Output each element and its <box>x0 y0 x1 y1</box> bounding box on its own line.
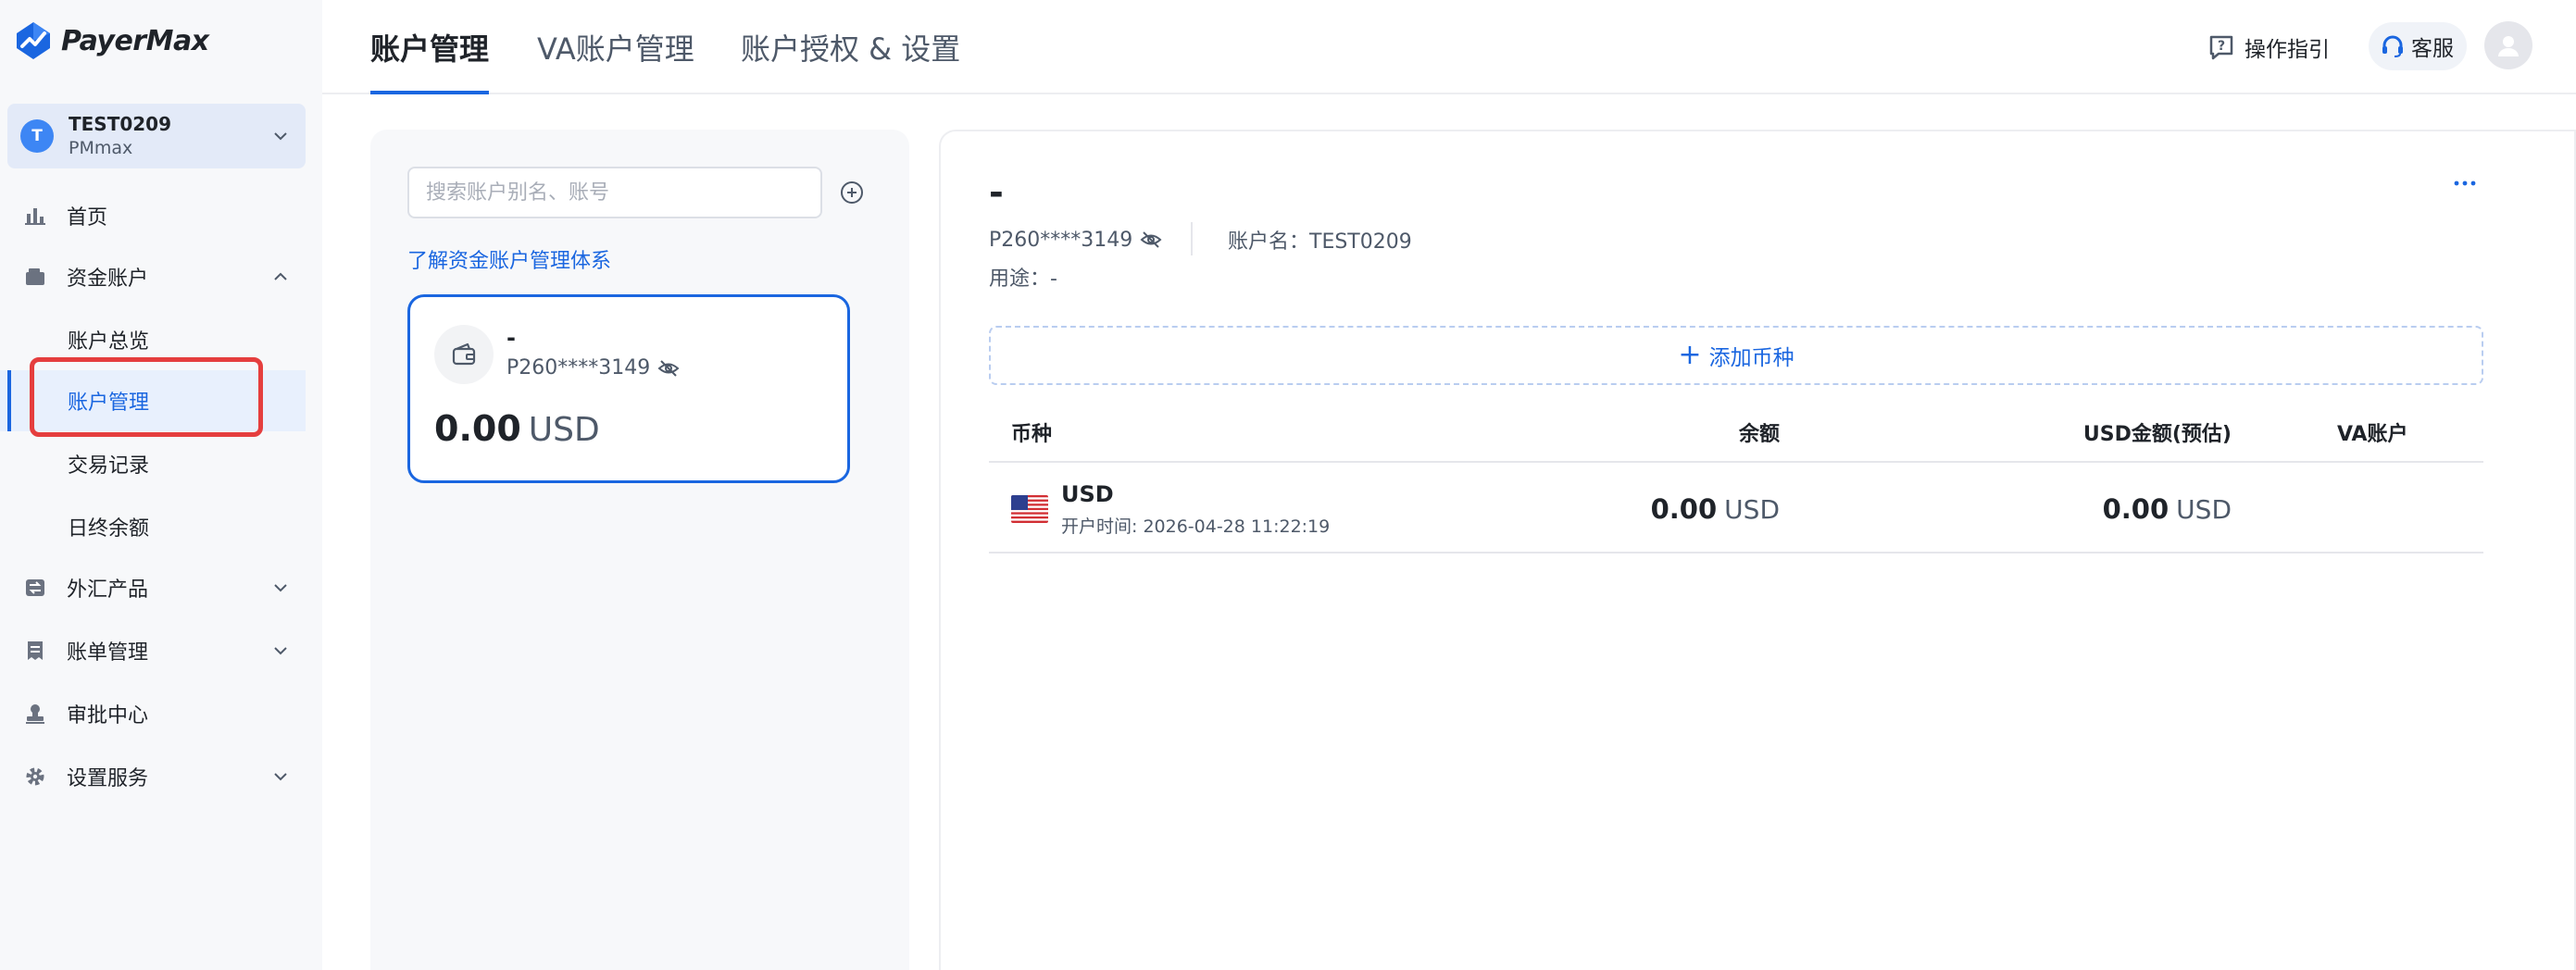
chevron-down-icon <box>269 765 293 789</box>
brand-logo[interactable]: PayerMax <box>13 17 209 65</box>
card-account-number: P260****3149 <box>506 356 680 379</box>
tab-authorization-settings[interactable]: 账户授权 & 设置 <box>741 0 960 94</box>
nav-fx-products[interactable]: 外汇产品 <box>0 557 306 618</box>
chevron-down-icon <box>269 576 293 600</box>
usd-amount-cell: 0.00 USD <box>2102 493 2232 525</box>
account-list-panel: 了解资金账户管理体系 - P260****3149 0.00USD <box>370 130 909 970</box>
account-detail-panel: - P260****3149 账户名：TEST0209 用途：- + 添加币种 … <box>939 130 2576 970</box>
customer-service-button[interactable]: 客服 <box>2369 22 2467 70</box>
table-row[interactable]: USD 开户时间: 2026-04-28 11:22:19 0.00 USD 0.… <box>989 465 2483 553</box>
wallet-icon <box>24 266 46 288</box>
payermax-logo-icon <box>17 22 50 59</box>
learn-account-system-link[interactable]: 了解资金账户管理体系 <box>407 244 611 274</box>
account-switcher[interactable]: T TEST0209 PMmax <box>7 104 306 168</box>
svg-text:?: ? <box>2218 39 2225 54</box>
detail-divider <box>1191 222 1193 255</box>
account-card[interactable]: - P260****3149 0.00 USD <box>407 294 850 483</box>
help-guide-icon: ? <box>2209 35 2233 60</box>
nav-funds[interactable]: 资金账户 <box>0 246 306 307</box>
eye-off-icon[interactable] <box>1140 229 1162 251</box>
highlight-annotation <box>30 357 263 437</box>
bar-chart-icon <box>24 205 46 227</box>
account-search-input[interactable] <box>407 167 822 218</box>
sidebar: PayerMax T TEST0209 PMmax 首页 资金账户 账户总览 账… <box>0 0 322 970</box>
eye-off-icon[interactable] <box>657 357 680 379</box>
tab-va-account-management[interactable]: VA账户管理 <box>537 0 694 94</box>
nav-transaction-records[interactable]: 交易记录 <box>0 433 306 494</box>
headset-icon <box>2382 35 2403 57</box>
account-sub: PMmax <box>69 138 133 158</box>
user-avatar[interactable] <box>2484 21 2532 69</box>
col-currency: 币种 <box>1011 423 1053 446</box>
col-usd-amount: USD金额(预估) <box>2082 423 2232 446</box>
detail-account-name: 账户名：TEST0209 <box>1228 230 1412 254</box>
detail-account-number: P260****3149 <box>989 224 1162 255</box>
chevron-down-icon <box>269 639 293 663</box>
exchange-icon <box>24 577 46 599</box>
col-balance: 余额 <box>1738 423 1780 446</box>
balance-cell: 0.00 USD <box>1650 493 1780 525</box>
gear-icon <box>24 765 46 788</box>
wallet-icon <box>434 325 494 384</box>
nav-bill-management[interactable]: 账单管理 <box>0 620 306 681</box>
stamp-icon <box>24 703 46 725</box>
plus-icon: + <box>1678 339 1702 371</box>
chevron-down-icon <box>269 124 293 148</box>
brand-name: PayerMax <box>61 24 209 57</box>
add-account-icon[interactable] <box>837 178 867 207</box>
guide-button[interactable]: ? 操作指引 <box>2207 28 2330 67</box>
nav-home[interactable]: 首页 <box>0 185 306 246</box>
card-alias: - <box>506 325 516 351</box>
us-flag-icon <box>1011 495 1048 523</box>
currency-table-header: 币种 余额 USD金额(预估) VA账户 <box>989 402 2483 463</box>
more-options-icon[interactable] <box>2446 172 2483 194</box>
detail-usage: 用途：- <box>989 267 1057 291</box>
col-va-account: VA账户 <box>2337 423 2408 446</box>
user-icon <box>2498 36 2519 56</box>
tab-account-management[interactable]: 账户管理 <box>370 0 490 94</box>
currency-open-time: 开户时间: 2026-04-28 11:22:19 <box>1061 516 1331 537</box>
chevron-up-icon <box>269 265 293 289</box>
top-bar: 账户管理 VA账户管理 账户授权 & 设置 ? 操作指引 客服 <box>322 0 2576 94</box>
detail-title: - <box>989 172 1004 213</box>
nav-approval-center[interactable]: 审批中心 <box>0 683 306 744</box>
currency-cell: USD 开户时间: 2026-04-28 11:22:19 <box>1011 465 1330 553</box>
card-balance: 0.00 USD <box>434 408 600 449</box>
nav-daily-balance[interactable]: 日终余额 <box>0 496 306 557</box>
add-currency-button[interactable]: + 添加币种 <box>989 326 2483 385</box>
currency-code: USD <box>1061 480 1114 507</box>
account-name: TEST0209 <box>69 113 172 135</box>
account-avatar: T <box>20 119 54 153</box>
nav-settings-service[interactable]: 设置服务 <box>0 746 306 807</box>
receipt-icon <box>24 640 46 662</box>
